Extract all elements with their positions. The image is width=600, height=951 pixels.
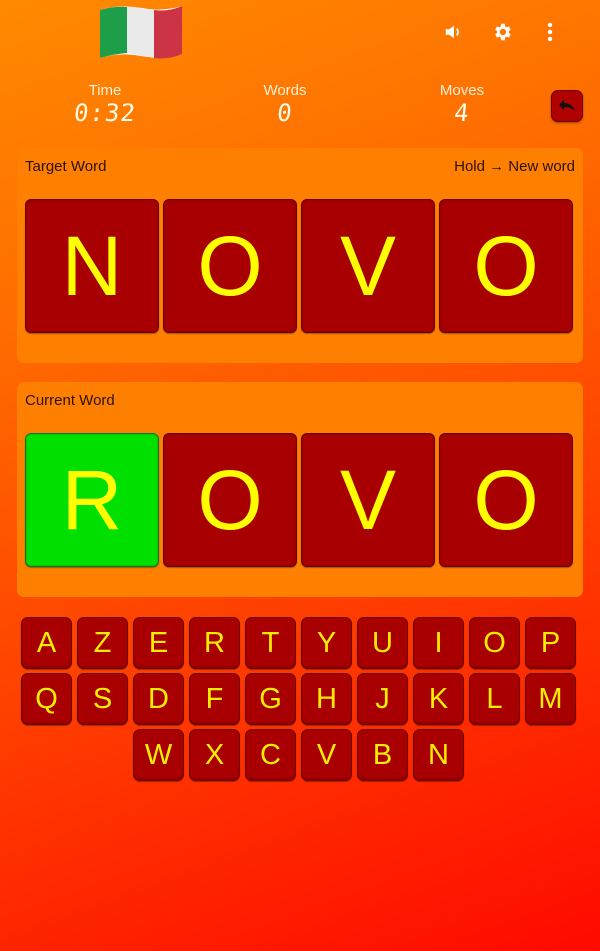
words-label: Words <box>263 82 307 99</box>
target-tile: V <box>301 199 435 333</box>
keyboard-row: AZERTYUIOP <box>21 617 581 669</box>
key-v[interactable]: V <box>301 729 352 781</box>
current-word-panel: Current Word R O V O <box>17 382 583 597</box>
volume-icon[interactable] <box>430 20 478 44</box>
key-y[interactable]: Y <box>301 617 352 669</box>
target-tile: O <box>163 199 297 333</box>
key-d[interactable]: D <box>133 673 184 725</box>
key-q[interactable]: Q <box>21 673 72 725</box>
key-e[interactable]: E <box>133 617 184 669</box>
time-stat: Time 0:32 <box>65 82 145 128</box>
key-p[interactable]: P <box>525 617 576 669</box>
undo-arrow-icon <box>559 100 575 111</box>
current-tile[interactable]: V <box>301 433 435 567</box>
key-x[interactable]: X <box>189 729 240 781</box>
key-k[interactable]: K <box>413 673 464 725</box>
key-w[interactable]: W <box>133 729 184 781</box>
undo-button[interactable] <box>551 90 583 122</box>
target-word-label: Target Word <box>25 158 107 175</box>
letter-keyboard: AZERTYUIOP QSDFGHJKLM WXCVBN <box>21 617 581 785</box>
key-m[interactable]: M <box>525 673 576 725</box>
current-word-label: Current Word <box>25 392 115 409</box>
moves-value: 4 <box>452 99 472 127</box>
target-tiles: N O V O <box>25 199 573 333</box>
key-u[interactable]: U <box>357 617 408 669</box>
key-i[interactable]: I <box>413 617 464 669</box>
key-a[interactable]: A <box>21 617 72 669</box>
current-tiles: R O V O <box>25 433 573 567</box>
time-value: 0:32 <box>72 99 138 127</box>
moves-stat: Moves 4 <box>422 82 502 128</box>
keyboard-row: WXCVBN <box>21 729 581 781</box>
key-s[interactable]: S <box>77 673 128 725</box>
new-word-hint: Hold → New word <box>454 158 575 175</box>
key-c[interactable]: C <box>245 729 296 781</box>
key-o[interactable]: O <box>469 617 520 669</box>
time-label: Time <box>88 82 122 99</box>
key-z[interactable]: Z <box>77 617 128 669</box>
key-h[interactable]: H <box>301 673 352 725</box>
more-vertical-icon[interactable] <box>526 20 574 44</box>
words-stat: Words 0 <box>245 82 325 128</box>
current-tile[interactable]: O <box>439 433 573 567</box>
current-tile[interactable]: O <box>163 433 297 567</box>
words-value: 0 <box>275 99 295 127</box>
italy-flag-icon <box>100 2 182 62</box>
key-j[interactable]: J <box>357 673 408 725</box>
target-word-panel[interactable]: Target Word Hold → New word N O V O <box>17 148 583 363</box>
settings-gear-icon[interactable] <box>478 20 526 44</box>
moves-label: Moves <box>439 82 485 99</box>
toolbar <box>430 20 574 44</box>
key-l[interactable]: L <box>469 673 520 725</box>
target-tile: N <box>25 199 159 333</box>
key-f[interactable]: F <box>189 673 240 725</box>
key-r[interactable]: R <box>189 617 240 669</box>
current-tile[interactable]: R <box>25 433 159 567</box>
key-b[interactable]: B <box>357 729 408 781</box>
target-tile: O <box>439 199 573 333</box>
key-g[interactable]: G <box>245 673 296 725</box>
keyboard-row: QSDFGHJKLM <box>21 673 581 725</box>
key-n[interactable]: N <box>413 729 464 781</box>
key-t[interactable]: T <box>245 617 296 669</box>
